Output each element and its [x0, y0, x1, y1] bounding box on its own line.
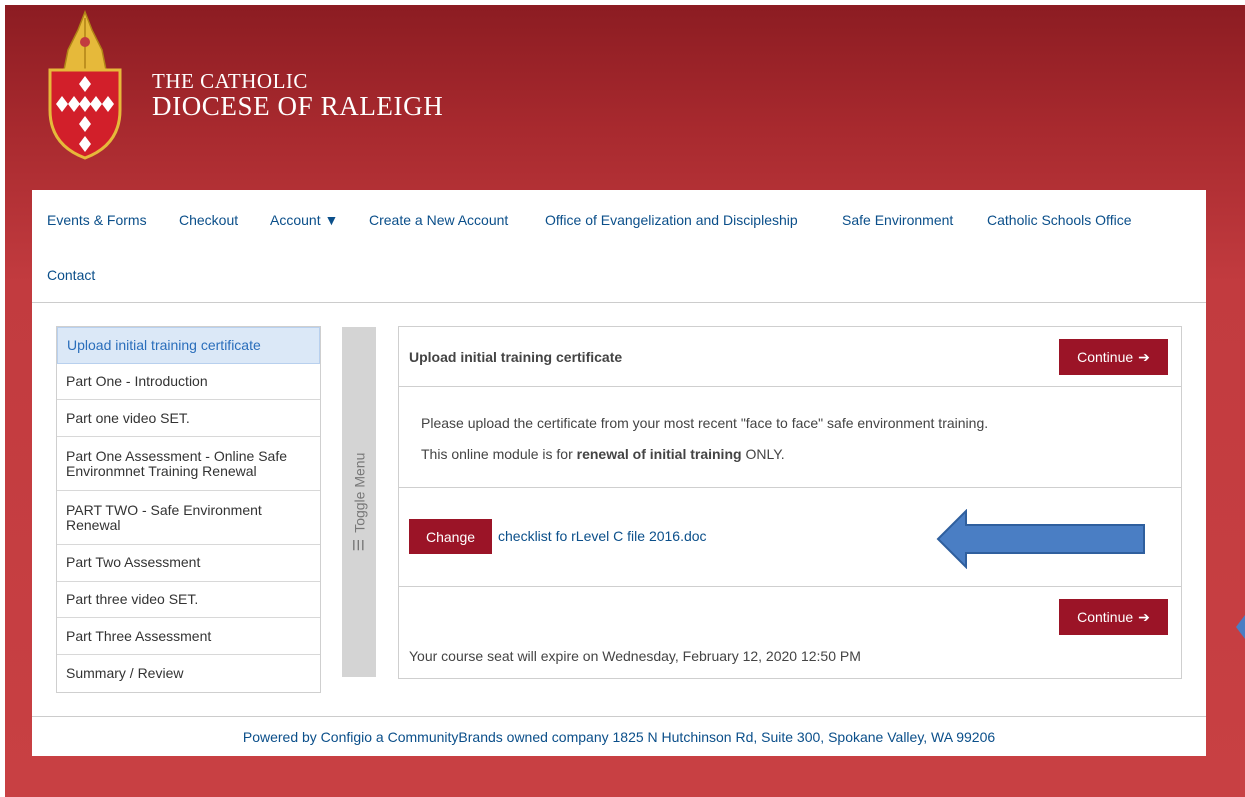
course-sidebar: Upload initial training certificate Part…: [56, 326, 321, 693]
continue-label: Continue: [1077, 609, 1134, 625]
continue-button-bottom[interactable]: Continue ➔: [1059, 599, 1168, 635]
instructions-section: Please upload the certificate from your …: [399, 387, 1181, 488]
nav-checkout[interactable]: Checkout: [179, 212, 238, 228]
note-suffix: ONLY.: [741, 446, 785, 462]
nav-events-forms[interactable]: Events & Forms: [47, 212, 147, 228]
left-arrow-annotation-icon: [936, 509, 1145, 569]
diocese-logo-icon: [48, 10, 122, 160]
expiry-notice: Your course seat will expire on Wednesda…: [409, 648, 861, 664]
sidebar-item-part-one-assessment[interactable]: Part One Assessment - Online Safe Enviro…: [57, 437, 320, 492]
sidebar-item-part-two[interactable]: PART TWO - Safe Environment Renewal: [57, 491, 320, 546]
nav-create-account[interactable]: Create a New Account: [369, 212, 508, 228]
sidebar-item-part-three-assessment[interactable]: Part Three Assessment: [57, 618, 320, 656]
continue-button-top[interactable]: Continue ➔: [1059, 339, 1168, 375]
sidebar-item-upload[interactable]: Upload initial training certificate: [57, 327, 320, 364]
brand-line-2: DIOCESE OF RALEIGH: [152, 91, 444, 121]
main-nav: Events & Forms Checkout Account ▼ Create…: [32, 190, 1206, 303]
nav-account[interactable]: Account ▼: [270, 212, 338, 228]
sidebar-item-part-three-video[interactable]: Part three video SET.: [57, 582, 320, 619]
nav-schools-office[interactable]: Catholic Schools Office: [987, 212, 1131, 228]
toggle-menu-label: Toggle Menu: [351, 452, 367, 533]
uploaded-file-link[interactable]: checklist fo rLevel C file 2016.doc: [498, 528, 707, 544]
main-panel: Upload initial training certificate Cont…: [398, 326, 1182, 679]
nav-account-label: Account: [270, 212, 321, 228]
content-card: Events & Forms Checkout Account ▼ Create…: [32, 190, 1206, 716]
sidebar-item-summary[interactable]: Summary / Review: [57, 655, 320, 692]
toggle-menu-button[interactable]: ☰ Toggle Menu: [342, 327, 376, 677]
nav-safe-environment[interactable]: Safe Environment: [842, 212, 953, 228]
bottom-section: Continue ➔ Your course seat will expire …: [399, 587, 1181, 678]
panel-header: Upload initial training certificate Cont…: [399, 327, 1181, 387]
hamburger-icon: ☰: [350, 538, 367, 552]
caret-down-icon: ▼: [324, 212, 339, 228]
arrow-right-icon: ➔: [1138, 348, 1150, 365]
partial-arrow-icon: [1236, 615, 1245, 639]
upload-section: Change checklist fo rLevel C file 2016.d…: [399, 488, 1181, 587]
nav-evangelization[interactable]: Office of Evangelization and Discipleshi…: [545, 212, 798, 228]
note-prefix: This online module is for: [421, 446, 577, 462]
instruction-text: Please upload the certificate from your …: [421, 415, 989, 431]
sidebar-item-part-two-assessment[interactable]: Part Two Assessment: [57, 545, 320, 582]
footer: Powered by Configio a CommunityBrands ow…: [32, 716, 1206, 756]
note-bold: renewal of initial training: [576, 446, 742, 462]
sidebar-item-part-one-video[interactable]: Part one video SET.: [57, 400, 320, 438]
page-title: Upload initial training certificate: [409, 349, 623, 365]
change-button[interactable]: Change: [409, 519, 492, 554]
nav-contact[interactable]: Contact: [47, 267, 95, 283]
note-text: This online module is for renewal of ini…: [421, 446, 785, 462]
sidebar-item-part-one-intro[interactable]: Part One - Introduction: [57, 364, 320, 401]
continue-label: Continue: [1077, 349, 1134, 365]
arrow-right-icon: ➔: [1138, 608, 1150, 625]
